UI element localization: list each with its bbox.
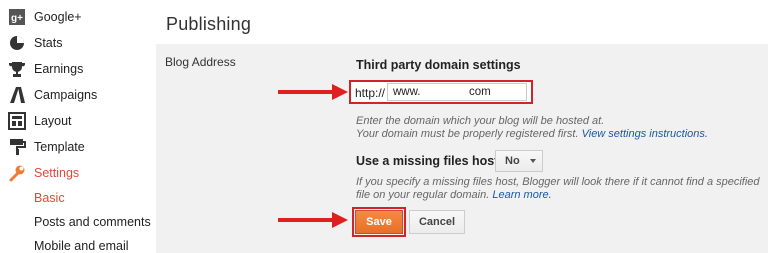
trophy-icon xyxy=(8,60,26,78)
sidebar-subitem-basic[interactable]: Basic xyxy=(34,191,65,205)
missing-host-hint-line2: file on your regular domain. Learn more. xyxy=(356,189,552,201)
sidebar-item-layout[interactable]: Layout xyxy=(8,110,72,132)
dropdown-value: No xyxy=(505,155,520,167)
sidebar-item-label: Earnings xyxy=(34,62,84,76)
view-settings-instructions-link[interactable]: View settings instructions. xyxy=(582,128,708,140)
third-party-domain-heading: Third party domain settings xyxy=(356,58,521,72)
sidebar-item-label: Layout xyxy=(34,114,72,128)
domain-www-text: www. xyxy=(393,86,421,98)
layout-icon xyxy=(8,112,26,130)
cancel-button[interactable]: Cancel xyxy=(409,210,465,234)
domain-hint-line2: Your domain must be properly registered … xyxy=(356,128,708,140)
sidebar-item-settings[interactable]: Settings xyxy=(8,162,79,184)
sidebar: g+ Google+ Stats Earnings Campaigns Layo… xyxy=(0,0,151,253)
domain-com-text: com xyxy=(469,86,491,98)
blog-address-label: Blog Address xyxy=(165,55,236,69)
arrow-pointer-save xyxy=(278,212,348,228)
sidebar-item-earnings[interactable]: Earnings xyxy=(8,58,83,80)
svg-text:g+: g+ xyxy=(11,13,23,24)
sidebar-subitem-mobile-and-email[interactable]: Mobile and email xyxy=(34,239,129,253)
sidebar-item-label: Settings xyxy=(34,166,80,180)
save-button[interactable]: Save xyxy=(355,210,403,234)
sidebar-item-label: Campaigns xyxy=(34,88,98,102)
sidebar-item-campaigns[interactable]: Campaigns xyxy=(8,84,97,106)
pie-chart-icon xyxy=(8,34,26,52)
missing-host-hint-line1: If you specify a missing files host, Blo… xyxy=(356,176,760,188)
sidebar-item-label: Stats xyxy=(34,36,63,50)
arrow-pointer-domain xyxy=(278,84,348,100)
sidebar-item-google-plus[interactable]: g+ Google+ xyxy=(8,6,82,28)
wrench-icon xyxy=(8,164,26,182)
page-title: Publishing xyxy=(166,14,252,34)
sidebar-subitem-posts-and-comments[interactable]: Posts and comments xyxy=(34,215,151,229)
sidebar-item-label: Template xyxy=(34,140,85,154)
missing-files-host-label: Use a missing files host? xyxy=(356,154,507,168)
domain-hint-text: Your domain must be properly registered … xyxy=(356,128,579,140)
sidebar-item-label: Google+ xyxy=(34,10,82,24)
missing-files-host-dropdown[interactable]: No xyxy=(495,150,543,172)
campaigns-icon xyxy=(8,86,26,104)
http-prefix-label: http:// xyxy=(355,86,386,100)
domain-hint-line1: Enter the domain which your blog will be… xyxy=(356,115,605,127)
sidebar-item-template[interactable]: Template xyxy=(8,136,85,158)
missing-host-hint-text: file on your regular domain. xyxy=(356,189,490,201)
sidebar-item-stats[interactable]: Stats xyxy=(8,32,63,54)
chevron-down-icon xyxy=(529,159,536,163)
paint-roller-icon xyxy=(8,138,26,156)
google-plus-icon: g+ xyxy=(8,8,26,26)
learn-more-link[interactable]: Learn more. xyxy=(492,189,551,201)
